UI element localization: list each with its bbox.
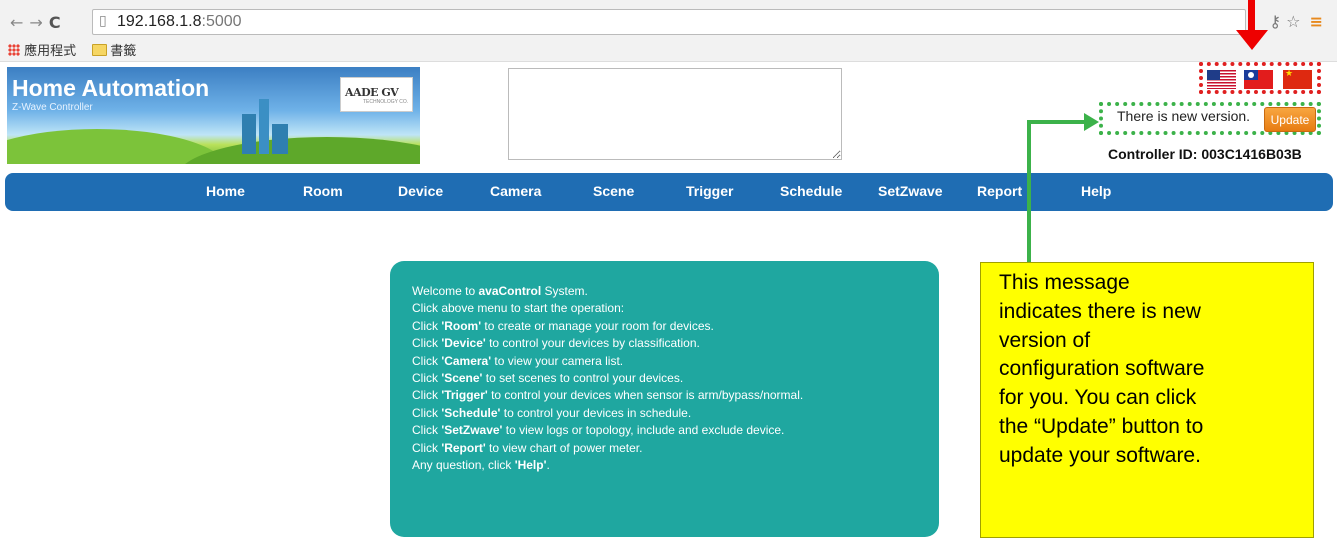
china-flag-icon[interactable] [1283,69,1312,89]
nav-report[interactable]: Report [977,183,1022,199]
banner-hill [177,137,420,164]
welcome-line: Click 'Report' to view chart of power me… [412,440,643,455]
url-port: :5000 [201,13,242,30]
welcome-line: Welcome to avaControl System. [412,284,588,298]
new-version-text: There is new version. [1117,108,1251,124]
home-automation-banner: Home Automation Z-Wave Controller AADE G… [7,67,420,164]
forward-icon[interactable]: → [29,13,48,32]
message-textarea[interactable] [508,68,842,160]
nav-device[interactable]: Device [398,183,443,199]
us-flag-icon[interactable] [1207,70,1236,89]
controller-id: Controller ID: 003C1416B03B [1108,146,1302,162]
note-line: This message [999,271,1130,294]
welcome-line: Click 'Trigger' to control your devices … [412,388,804,403]
nav-camera[interactable]: Camera [490,183,541,199]
annotation-note: This message indicates there is new vers… [980,262,1314,538]
green-connector-line [1027,120,1087,124]
menu-icon[interactable]: ≡ [1310,12,1323,31]
red-arrow-head [1236,30,1268,50]
welcome-line: Click above menu to start the operation: [412,301,625,316]
note-line: for you. You can click [999,386,1197,410]
nav-room[interactable]: Room [303,183,343,199]
welcome-panel: Welcome to avaControl System. Click abov… [390,261,939,537]
browser-nav-buttons: ←→C [10,13,67,32]
apps-icon[interactable] [8,44,20,56]
banner-title: Home Automation [12,75,210,101]
nav-setzwave[interactable]: SetZwave [878,183,943,199]
url-text[interactable]: 192.168.1.8:5000 [117,13,242,31]
key-icon[interactable]: ⚷ [1269,12,1281,31]
welcome-line: Click 'Device' to control your devices b… [412,336,700,351]
back-icon[interactable]: ← [10,13,29,32]
company-logo: AADE GV TECHNOLOGY CO. [340,77,413,112]
green-arrow-head [1084,113,1099,131]
browser-toolbar-icons: ⚷ ☆ ≡ [1269,12,1323,31]
banner-building [259,99,269,154]
welcome-line: Click 'Room' to create or manage your ro… [412,318,714,333]
note-line: update your software. [999,443,1201,467]
welcome-line: Click 'Scene' to set scenes to control y… [412,371,684,386]
welcome-line: Click 'Schedule' to control your devices… [412,405,692,420]
nav-help[interactable]: Help [1081,183,1111,199]
welcome-line: Click 'SetZwave' to view logs or topolog… [412,423,785,438]
note-line: configuration software [999,357,1205,381]
banner-subtitle: Z-Wave Controller [12,102,93,113]
update-button[interactable]: Update [1264,107,1316,132]
green-connector-line [1027,120,1031,262]
star-icon[interactable]: ☆ [1286,12,1300,31]
banner-building [272,124,288,154]
page-icon: ▯ [99,13,107,29]
url-host: 192.168.1.8 [117,13,202,30]
note-line: version of [999,328,1091,352]
welcome-line: Click 'Camera' to view your camera list. [412,353,624,368]
note-line: the “Update” button to [999,414,1204,438]
taiwan-flag-icon[interactable] [1244,70,1273,89]
main-nav: Home Room Device Camera Scene Trigger Sc… [5,173,1333,211]
reload-icon[interactable]: C [49,13,67,32]
nav-scene[interactable]: Scene [593,183,634,199]
nav-trigger[interactable]: Trigger [686,183,733,199]
note-line: indicates there is new [999,299,1201,323]
welcome-line: Any question, click 'Help'. [412,458,550,473]
bookmark-folder[interactable]: 書籤 [110,44,136,59]
bookmark-apps[interactable]: 應用程式 [24,44,76,59]
bookmarks-bar: 應用程式 書籤 [8,40,136,59]
nav-schedule[interactable]: Schedule [780,183,842,199]
red-arrow-shaft [1248,0,1255,32]
logo-subtext: TECHNOLOGY CO. [363,99,409,105]
browser-chrome: ←→C ▯ 192.168.1.8:5000 ⚷ ☆ ≡ 應用程式 書籤 [0,0,1337,62]
banner-building [242,114,256,154]
address-bar[interactable]: ▯ 192.168.1.8:5000 [92,9,1246,35]
logo-text: AADE GV [345,86,399,99]
folder-icon [92,44,108,56]
nav-home[interactable]: Home [206,183,245,199]
